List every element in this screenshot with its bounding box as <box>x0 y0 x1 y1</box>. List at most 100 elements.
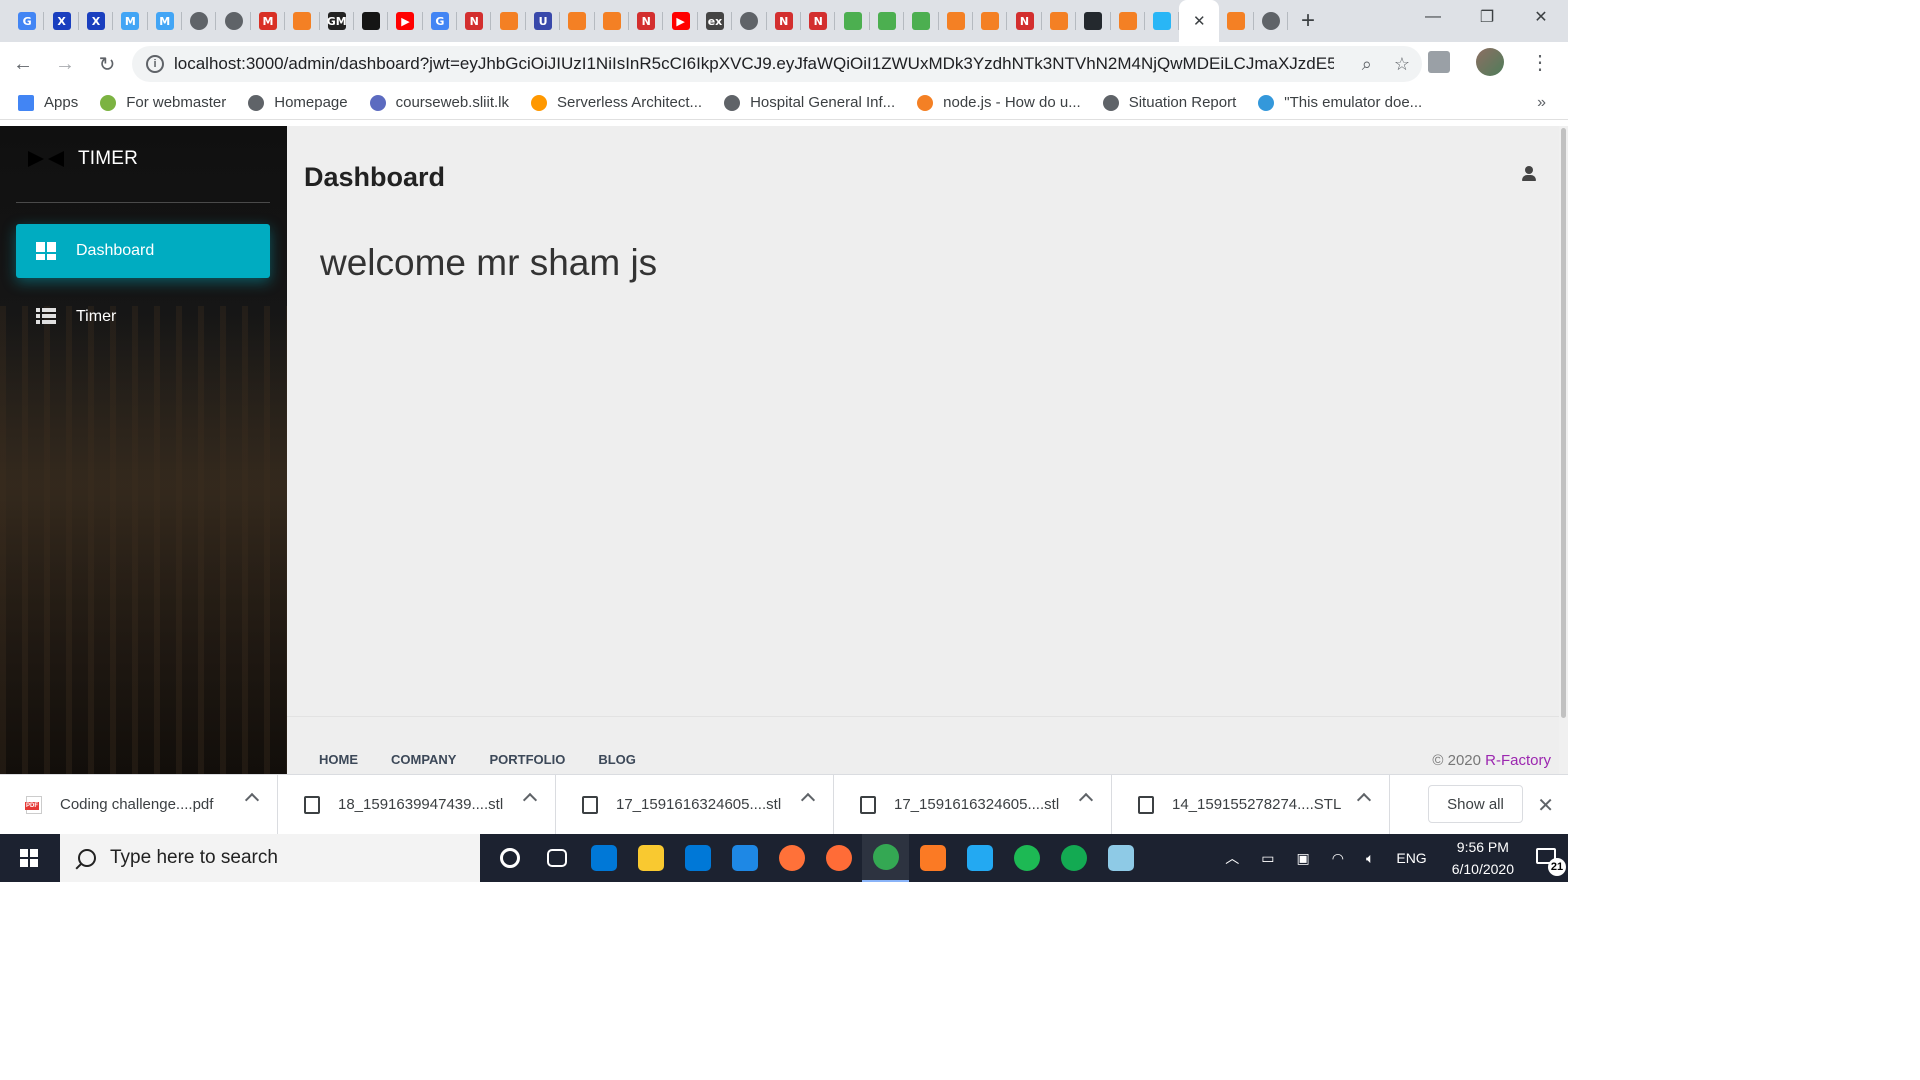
wifi-icon[interactable]: ◠ <box>1332 850 1344 867</box>
browser-tab[interactable]: ex <box>698 0 733 42</box>
profile-avatar[interactable] <box>1476 48 1504 76</box>
zoom-search-icon[interactable]: ⌕ <box>1362 54 1372 75</box>
sidebar-item-timer[interactable]: Timer <box>16 290 270 344</box>
mongodb-compass-icon[interactable] <box>1050 834 1097 882</box>
browser-tab[interactable] <box>560 0 596 42</box>
browser-tab[interactable] <box>939 0 974 42</box>
footer-link-company[interactable]: COMPANY <box>391 752 456 767</box>
bookmarks-overflow-icon[interactable]: » <box>1537 94 1546 112</box>
bookmark-item[interactable]: Homepage <box>248 94 348 111</box>
browser-tab[interactable]: M <box>148 0 183 42</box>
browser-menu-icon[interactable]: ⋮ <box>1530 50 1550 75</box>
browser-tab[interactable] <box>904 0 939 42</box>
page-scrollbar[interactable] <box>1559 126 1568 774</box>
minimize-button[interactable]: — <box>1406 0 1460 34</box>
browser-tab[interactable] <box>595 0 630 42</box>
bookmark-item[interactable]: Apps <box>18 94 78 111</box>
browser-tab[interactable] <box>491 0 527 42</box>
notifications-icon[interactable]: 21 <box>1528 834 1568 882</box>
browser-tab[interactable]: G <box>423 0 458 42</box>
browser-tab[interactable] <box>973 0 1008 42</box>
browser-tab[interactable]: N <box>1007 0 1043 42</box>
download-item[interactable]: 18_1591639947439....stl <box>278 774 556 835</box>
bookmark-item[interactable]: Hospital General Inf... <box>724 94 895 111</box>
language-indicator[interactable]: ENG <box>1396 850 1426 866</box>
xampp-icon[interactable] <box>909 834 956 882</box>
download-item[interactable]: 14_159155278274....STL <box>1112 774 1390 835</box>
notepad-icon[interactable] <box>1097 834 1144 882</box>
chevron-up-icon[interactable] <box>244 792 260 807</box>
chevron-up-icon[interactable] <box>800 792 816 807</box>
postman-icon[interactable] <box>815 834 862 882</box>
bookmark-item[interactable]: For webmaster <box>100 94 226 111</box>
address-bar[interactable]: i localhost:3000/admin/dashboard?jwt=eyJ… <box>132 46 1422 82</box>
footer-link-blog[interactable]: BLOG <box>598 752 636 767</box>
download-item[interactable]: 17_1591616324605....stl <box>556 774 834 835</box>
spotify-icon[interactable] <box>1003 834 1050 882</box>
task-view-icon[interactable] <box>533 834 580 882</box>
download-item[interactable]: Coding challenge....pdf <box>0 774 278 835</box>
forward-button[interactable]: → <box>46 45 84 83</box>
brand[interactable]: TIMER <box>28 148 138 170</box>
browser-tab[interactable] <box>182 0 217 42</box>
show-hidden-icons-icon[interactable]: ︿ <box>1225 848 1239 868</box>
download-item[interactable]: 17_1591616324605....stl <box>834 774 1112 835</box>
volume-icon[interactable]: 🔈︎ <box>1366 850 1374 867</box>
chrome-icon[interactable] <box>862 834 909 882</box>
battery-icon[interactable]: ▭ <box>1261 850 1274 867</box>
reload-button[interactable]: ↻ <box>88 45 126 83</box>
browser-tab[interactable]: N <box>457 0 492 42</box>
browser-tab[interactable]: N <box>629 0 664 42</box>
chevron-up-icon[interactable] <box>1356 792 1372 807</box>
browser-tab[interactable] <box>1219 0 1255 42</box>
edge-icon[interactable] <box>580 834 627 882</box>
browser-tab[interactable]: X <box>44 0 80 42</box>
bookmark-star-icon[interactable]: ☆ <box>1394 54 1410 75</box>
show-all-downloads-button[interactable]: Show all <box>1428 785 1523 823</box>
scrollbar-thumb[interactable] <box>1561 128 1566 718</box>
firefox-icon[interactable] <box>768 834 815 882</box>
browser-tab[interactable]: ▶ <box>388 0 424 42</box>
mail-icon[interactable] <box>721 834 768 882</box>
back-button[interactable]: ← <box>4 45 42 83</box>
browser-tab[interactable] <box>1254 0 1289 42</box>
sidebar-item-dashboard[interactable]: Dashboard <box>16 224 270 278</box>
close-window-button[interactable]: ✕ <box>1514 0 1568 34</box>
browser-tab[interactable] <box>354 0 389 42</box>
browser-tab[interactable]: X <box>79 0 114 42</box>
browser-tab[interactable] <box>835 0 871 42</box>
footer-link-home[interactable]: HOME <box>319 752 358 767</box>
store-icon[interactable] <box>674 834 721 882</box>
active-browser-tab[interactable]: ✕ <box>1179 0 1220 42</box>
browser-tab[interactable]: G <box>10 0 45 42</box>
close-download-shelf-icon[interactable]: ✕ <box>1537 793 1554 818</box>
person-icon[interactable] <box>1521 166 1537 182</box>
browser-tab[interactable]: GM <box>320 0 355 42</box>
copyright-brand-link[interactable]: R-Factory <box>1485 752 1551 769</box>
browser-tab[interactable]: ▶ <box>663 0 699 42</box>
chevron-up-icon[interactable] <box>1078 792 1094 807</box>
browser-tab[interactable] <box>1042 0 1077 42</box>
vscode-icon[interactable] <box>956 834 1003 882</box>
footer-link-portfolio[interactable]: PORTFOLIO <box>489 752 565 767</box>
bookmark-item[interactable]: Situation Report <box>1102 94 1236 111</box>
cortana-icon[interactable] <box>486 834 533 882</box>
bookmark-item[interactable]: courseweb.sliit.lk <box>369 94 509 111</box>
browser-tab[interactable] <box>1145 0 1180 42</box>
browser-tab[interactable] <box>870 0 905 42</box>
close-tab-icon[interactable]: ✕ <box>1193 12 1206 30</box>
browser-tab[interactable]: M <box>251 0 286 42</box>
bookmark-item[interactable]: node.js - How do u... <box>917 94 1081 111</box>
browser-tab[interactable]: M <box>113 0 148 42</box>
file-explorer-icon[interactable] <box>627 834 674 882</box>
browser-tab[interactable] <box>285 0 320 42</box>
new-tab-button[interactable]: + <box>1288 0 1328 42</box>
bookmark-item[interactable]: "This emulator doe... <box>1258 94 1422 111</box>
browser-tab[interactable] <box>732 0 767 42</box>
windows-start-icon[interactable] <box>0 834 58 882</box>
bookmark-item[interactable]: Serverless Architect... <box>531 94 702 111</box>
browser-tab[interactable]: N <box>767 0 802 42</box>
restore-button[interactable]: ❐ <box>1460 0 1514 34</box>
browser-tab[interactable]: U <box>526 0 561 42</box>
clock[interactable]: 9:56 PM 6/10/2020 <box>1452 836 1514 880</box>
